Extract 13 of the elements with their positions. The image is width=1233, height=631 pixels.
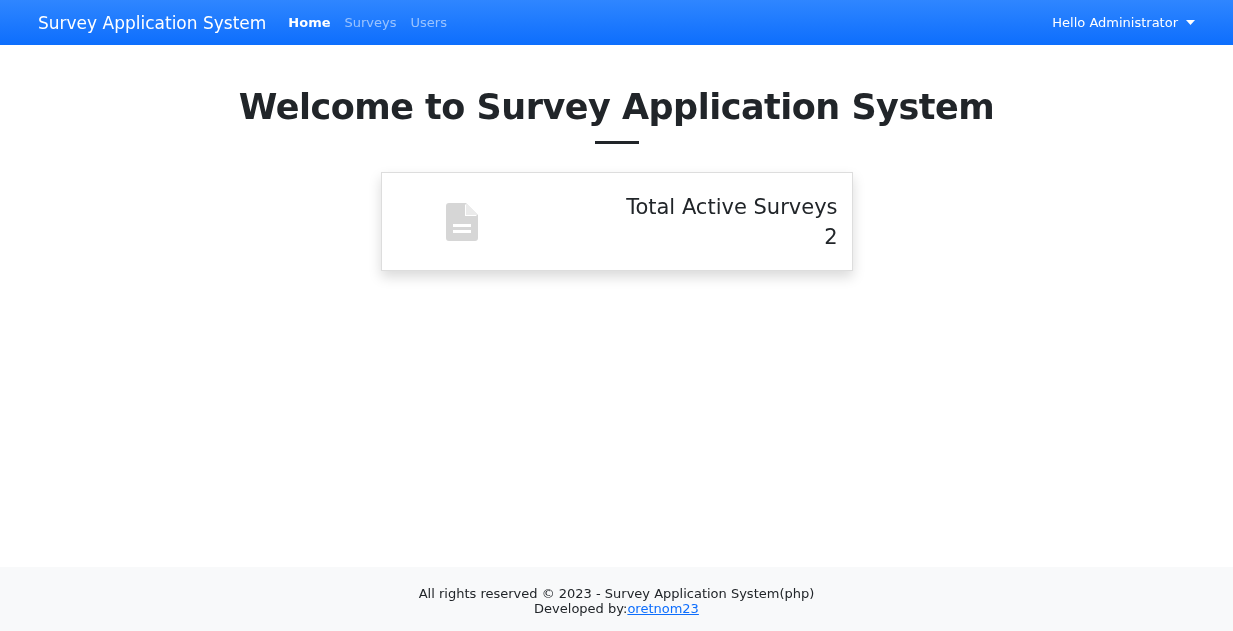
developer-credit: Developed by:oretnom23 [533, 601, 700, 616]
document-icon [445, 202, 478, 241]
developer-link[interactable]: oretnom23 [627, 601, 699, 616]
brand-link[interactable]: Survey Application System [38, 12, 267, 33]
nav-link[interactable]: Home [288, 15, 331, 30]
page-heading: Welcome to Survey Application System [238, 87, 995, 127]
nav-link[interactable]: Surveys [344, 15, 397, 30]
copyright-text: All rights reserved © 2023 - Survey Application System(php) [417, 586, 816, 601]
caret-icon [1186, 20, 1195, 25]
nav-link[interactable]: Users [410, 15, 447, 30]
stat-label: Total Active Surveys [626, 194, 838, 219]
stat-value: 2 [823, 224, 838, 249]
user-menu-dropdown[interactable]: Hello Administrator [1052, 15, 1195, 30]
